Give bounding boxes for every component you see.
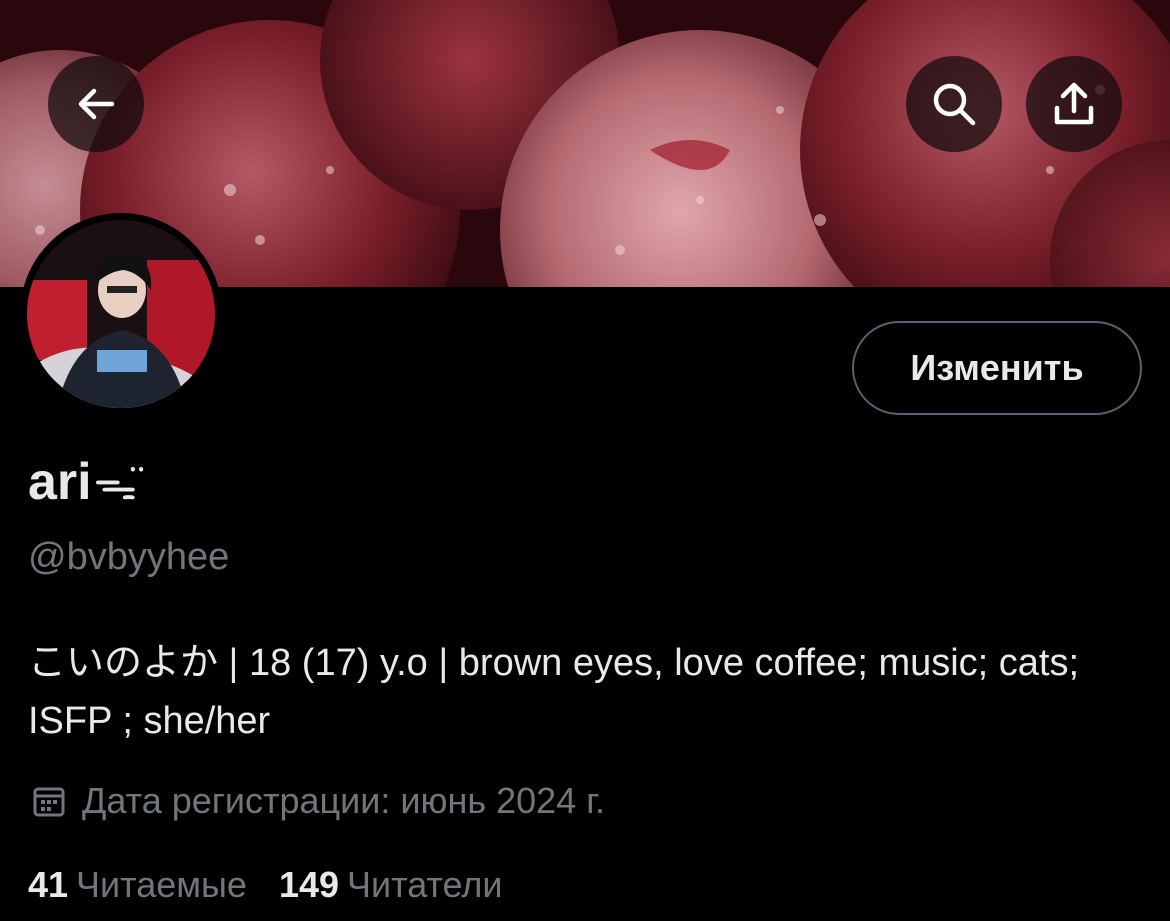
join-date: Дата регистрации: июнь 2024 г.	[32, 780, 605, 822]
display-name-text: ari	[28, 453, 92, 511]
display-name: ari ᯓ̈	[28, 452, 137, 512]
calendar-icon	[32, 784, 66, 818]
arrow-left-icon	[78, 88, 115, 120]
following-link[interactable]: 41 Читаемые	[28, 864, 247, 906]
back-button[interactable]	[48, 56, 144, 152]
followers-label: Читатели	[347, 864, 503, 905]
profile-bio: こいのよか | 18 (17) y.o | brown eyes, love c…	[28, 642, 1080, 742]
follow-stats: 41 Читаемые 149 Читатели	[28, 864, 502, 906]
avatar-photo	[27, 220, 215, 408]
following-label: Читаемые	[76, 864, 247, 905]
followers-link[interactable]: 149 Читатели	[279, 864, 503, 906]
display-name-emoji: ᯓ̈	[93, 460, 137, 509]
search-button[interactable]	[906, 56, 1002, 152]
join-date-text: Дата регистрации: июнь 2024 г.	[82, 780, 605, 821]
following-count: 41	[28, 864, 69, 905]
share-button[interactable]	[1026, 56, 1122, 152]
search-icon	[933, 83, 976, 126]
username-handle: @bvbyyhee	[28, 536, 230, 578]
share-upload-icon	[1054, 82, 1094, 125]
followers-count: 149	[278, 864, 340, 905]
profile-avatar[interactable]	[20, 213, 222, 415]
edit-profile-button[interactable]: Изменить	[852, 321, 1142, 415]
